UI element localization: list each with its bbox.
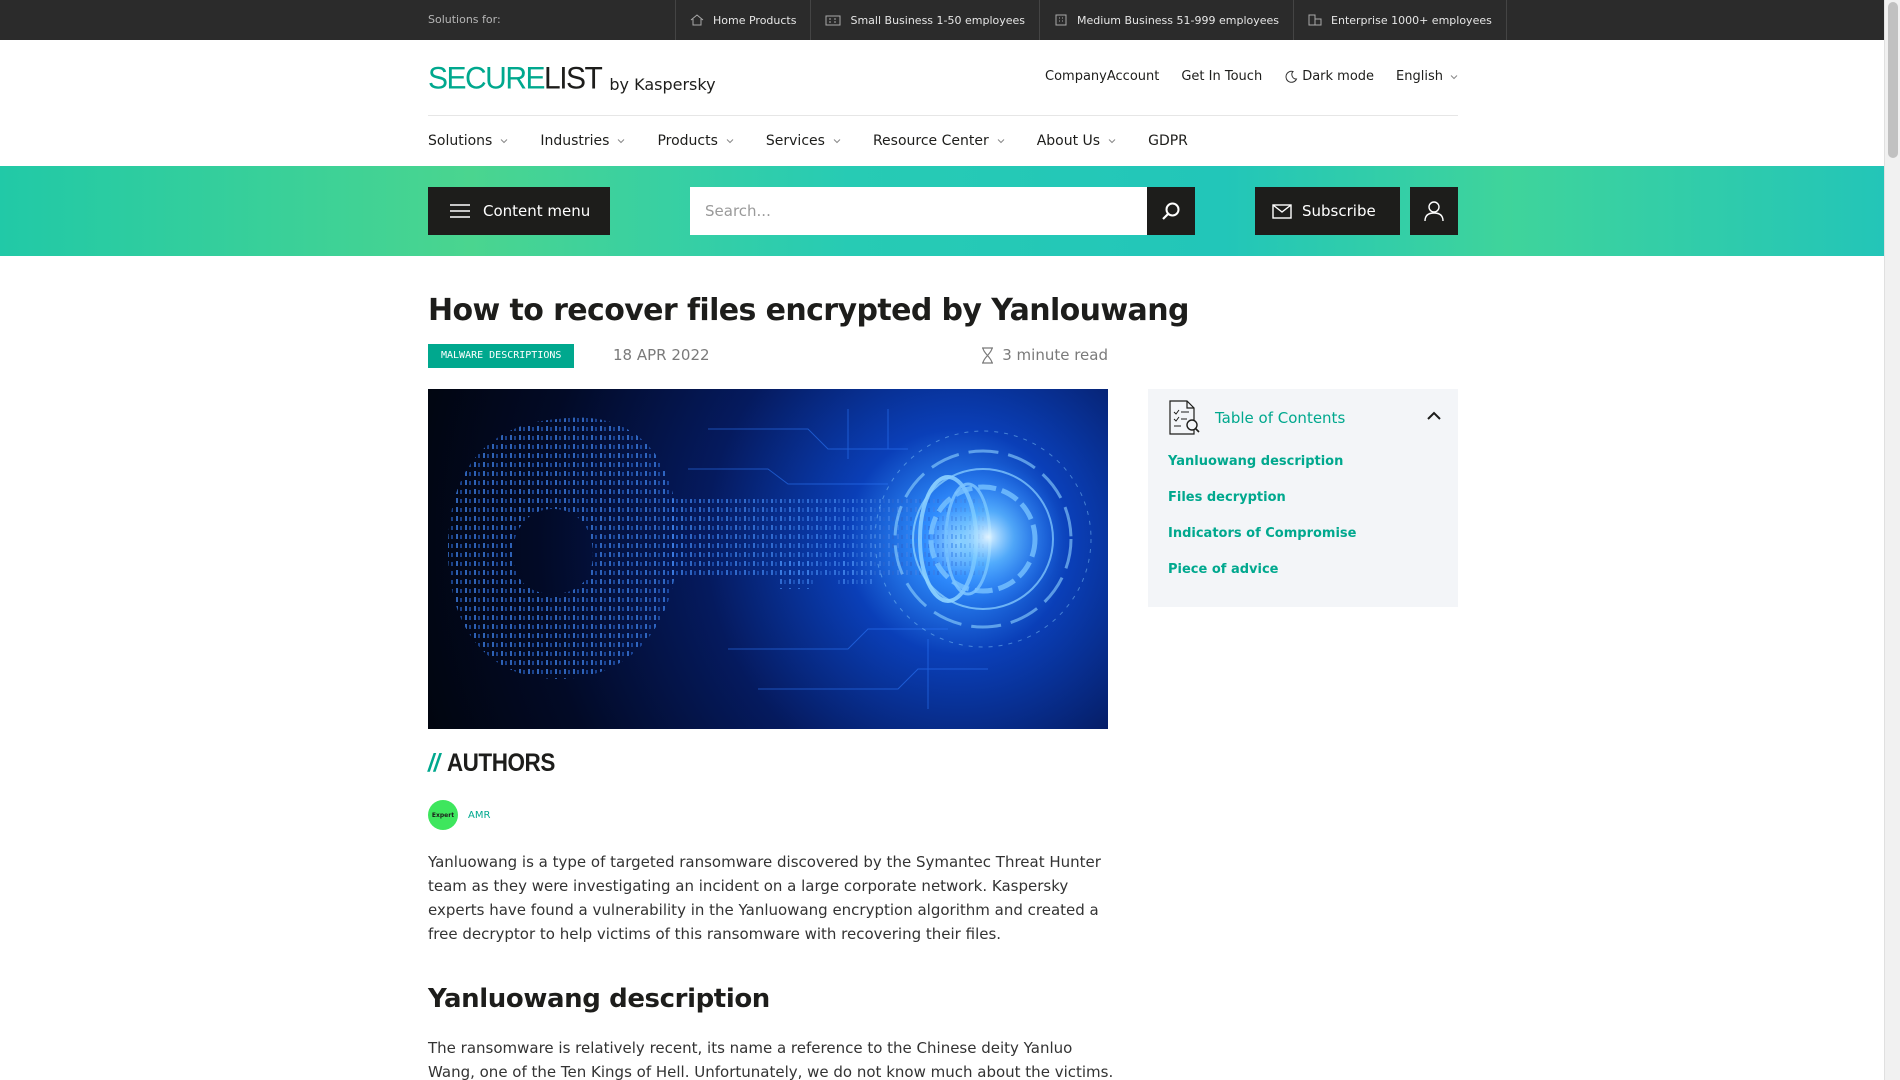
nav-label: Solutions [428, 133, 493, 149]
user-icon [1424, 201, 1444, 222]
toc-item-yanluowang-description[interactable]: Yanluowang description [1168, 454, 1357, 490]
read-time-label: 3 minute read [1002, 346, 1108, 364]
read-time: 3 minute read [981, 346, 1108, 364]
nav-services[interactable]: Services [766, 133, 841, 149]
search-box [690, 187, 1148, 235]
search-icon [1162, 202, 1180, 220]
article-intro: Yanluowang is a type of targeted ransomw… [428, 853, 1101, 943]
nav-label: Products [657, 133, 718, 149]
small-building-icon [825, 15, 841, 26]
solutions-bar: Solutions for: Home Products Small Busin… [0, 0, 1884, 40]
nav-label: Services [765, 133, 825, 149]
get-in-touch-link[interactable]: Get In Touch [1181, 69, 1262, 84]
chevron-down-icon [726, 139, 734, 144]
securelist-logo[interactable]: SECURELIST by Kaspersky [428, 61, 716, 96]
dark-mode-label: Dark mode [1302, 69, 1375, 84]
hamburger-icon [450, 204, 470, 218]
chevron-down-icon [997, 139, 1005, 144]
enterprise-building-icon [1308, 14, 1322, 26]
nav-label: Resource Center [872, 133, 989, 149]
solutions-segments: Home Products Small Business 1-50 employ… [675, 0, 1507, 40]
home-icon [690, 14, 704, 26]
author-name: AMR [468, 809, 491, 821]
mail-icon [1272, 203, 1292, 219]
segment-label: Small Business 1-50 employees [850, 13, 1026, 27]
user-account-button[interactable] [1410, 187, 1458, 235]
nav-about-us[interactable]: About Us [1037, 133, 1116, 149]
category-tag[interactable]: MALWARE DESCRIPTIONS [428, 344, 575, 368]
language-label: English [1396, 69, 1443, 84]
content-menu-label: Content menu [483, 202, 591, 220]
document-search-icon [1169, 400, 1200, 435]
hourglass-icon [982, 346, 994, 364]
toolbar-band: Content menu Subscribe [0, 166, 1884, 256]
digital-key-illustration [448, 409, 1092, 709]
solutions-label: Solutions for: [428, 13, 501, 26]
subscribe-button[interactable]: Subscribe [1255, 187, 1400, 235]
logo-by-kaspersky: by Kaspersky [609, 75, 716, 94]
content-menu-button[interactable]: Content menu [428, 187, 610, 235]
chevron-down-icon [500, 139, 508, 144]
search-button[interactable] [1147, 187, 1195, 235]
chevron-down-icon [1108, 139, 1116, 144]
toc-item-files-decryption[interactable]: Files decryption [1168, 490, 1357, 526]
article-hero-image [428, 389, 1108, 729]
site-header: SECURELIST by Kaspersky CompanyAccount G… [428, 40, 1458, 116]
language-selector[interactable]: English [1396, 69, 1458, 84]
nav-resource-center[interactable]: Resource Center [873, 133, 1005, 149]
company-account-link[interactable]: CompanyAccount [1045, 69, 1159, 84]
segment-label: Medium Business 51-999 employees [1077, 13, 1280, 27]
search-input[interactable] [690, 187, 1148, 235]
medium-building-icon [1055, 14, 1067, 26]
toc-header[interactable]: Table of Contents [1167, 399, 1442, 437]
publish-date: 18 APR 2022 [613, 346, 710, 364]
chevron-up-icon[interactable] [1426, 411, 1442, 421]
authors-heading: // AUTHORS [428, 749, 555, 778]
segment-medium-business[interactable]: Medium Business 51-999 employees [1039, 0, 1293, 40]
table-of-contents: Table of Contents Yanluowang description… [1148, 389, 1458, 607]
segment-enterprise[interactable]: Enterprise 1000+ employees [1293, 0, 1507, 40]
authors-heading-text: AUTHORS [446, 749, 556, 777]
nav-solutions[interactable]: Solutions [428, 133, 508, 149]
page-scrollbar[interactable] [1884, 0, 1900, 1080]
toc-list: Yanluowang description Files decryption … [1168, 454, 1357, 598]
segment-label: Home Products [713, 13, 797, 27]
segment-home-products[interactable]: Home Products [675, 0, 810, 40]
toc-item-indicators-of-compromise[interactable]: Indicators of Compromise [1168, 526, 1357, 562]
chevron-down-icon [1450, 74, 1458, 79]
logo-wordmark: SECURELIST [428, 61, 603, 96]
dark-mode-toggle[interactable]: Dark mode [1284, 69, 1374, 84]
section-paragraph: The ransomware is relatively recent, its… [428, 1039, 1114, 1080]
chevron-down-icon [618, 139, 625, 144]
chevron-down-icon [833, 139, 841, 144]
nav-label: GDPR [1148, 133, 1188, 149]
nav-label: About Us [1036, 133, 1101, 149]
segment-label: Enterprise 1000+ employees [1331, 13, 1492, 27]
lock-glow [913, 462, 1063, 612]
author-card[interactable]: Expert AMR [428, 800, 490, 830]
scrollbar-thumb[interactable] [1888, 2, 1898, 158]
nav-label: Industries [540, 133, 610, 149]
toc-title: Table of Contents [1215, 409, 1346, 427]
nav-products[interactable]: Products [657, 133, 734, 149]
header-links: CompanyAccount Get In Touch Dark mode En… [1045, 69, 1458, 84]
segment-small-business[interactable]: Small Business 1-50 employees [810, 0, 1039, 40]
authors-heading-slashes: // [428, 749, 440, 777]
nav-industries[interactable]: Industries [540, 133, 625, 149]
main-nav: Solutions Industries Products Services R… [428, 116, 1220, 166]
avatar: Expert [428, 800, 458, 830]
subscribe-label: Subscribe [1302, 202, 1376, 220]
moon-icon [1285, 70, 1298, 83]
article-title: How to recover files encrypted by Yanlou… [428, 293, 1189, 328]
section-heading: Yanluowang description [428, 984, 770, 1014]
nav-gdpr[interactable]: GDPR [1148, 133, 1188, 149]
toc-item-piece-of-advice[interactable]: Piece of advice [1168, 562, 1357, 598]
key-head-binary [448, 417, 678, 679]
